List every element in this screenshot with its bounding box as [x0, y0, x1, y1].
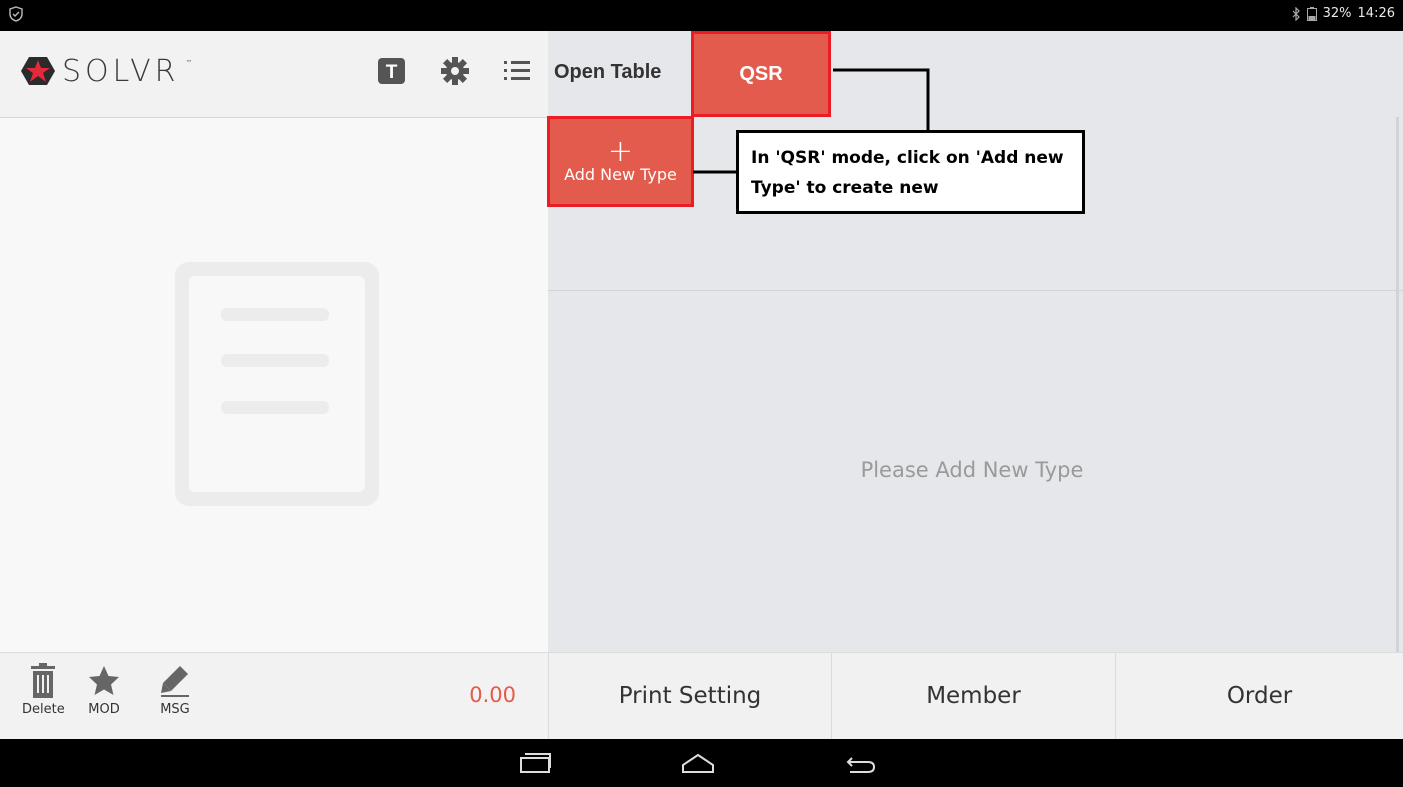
- clock: 14:26: [1357, 6, 1395, 21]
- status-bar: 32% 14:26: [0, 0, 1403, 31]
- tab-open-table[interactable]: Open Table: [554, 61, 661, 84]
- pencil-icon: [161, 666, 189, 697]
- msg-label: MSG: [160, 702, 190, 717]
- tab-qsr[interactable]: QSR: [691, 31, 831, 117]
- list-icon[interactable]: [502, 56, 532, 86]
- mod-button[interactable]: MOD: [87, 662, 121, 717]
- member-label: Member: [926, 683, 1021, 709]
- recent-apps-icon[interactable]: [519, 752, 553, 776]
- notification-shield-icon: [9, 6, 23, 22]
- gear-icon[interactable]: [440, 56, 470, 86]
- add-new-type-button[interactable]: + Add New Type: [547, 116, 694, 207]
- svg-text:T: T: [386, 62, 398, 83]
- order-button[interactable]: Order: [1115, 652, 1403, 739]
- solvr-logo-icon: [21, 57, 55, 85]
- home-icon[interactable]: [681, 752, 715, 776]
- battery-icon: [1306, 6, 1317, 21]
- order-label: Order: [1226, 683, 1293, 709]
- status-right: 32% 14:26: [1291, 6, 1395, 21]
- plus-icon: +: [607, 134, 634, 169]
- mode-tabs-bar: [548, 31, 1403, 118]
- bluetooth-icon: [1292, 6, 1300, 21]
- scrollbar[interactable]: [1396, 117, 1399, 652]
- t-icon[interactable]: T: [377, 56, 407, 86]
- delete-label: Delete: [22, 702, 65, 717]
- trash-icon: [31, 663, 56, 698]
- brand-tm: ™: [185, 59, 193, 67]
- order-total: 0.00: [469, 683, 516, 707]
- battery-percent: 32%: [1322, 6, 1352, 21]
- order-toolbar: [0, 652, 548, 740]
- print-setting-button[interactable]: Print Setting: [548, 652, 831, 739]
- print-setting-label: Print Setting: [618, 683, 762, 709]
- msg-button[interactable]: MSG: [158, 662, 192, 717]
- brand-name: SOLVR: [62, 53, 180, 89]
- back-icon[interactable]: [844, 752, 878, 776]
- empty-receipt-icon: [175, 262, 379, 506]
- star-icon: [89, 666, 119, 695]
- mod-label: MOD: [88, 702, 120, 717]
- logo: SOLVR ™: [20, 52, 192, 90]
- delete-button[interactable]: Delete: [22, 662, 65, 717]
- add-new-type-label: Add New Type: [564, 165, 677, 184]
- annotation-callout: In 'QSR' mode, click on 'Add new Type' t…: [736, 130, 1085, 214]
- tab-qsr-label: QSR: [739, 62, 783, 85]
- empty-items-message: Please Add New Type: [860, 458, 1084, 482]
- member-button[interactable]: Member: [831, 652, 1115, 739]
